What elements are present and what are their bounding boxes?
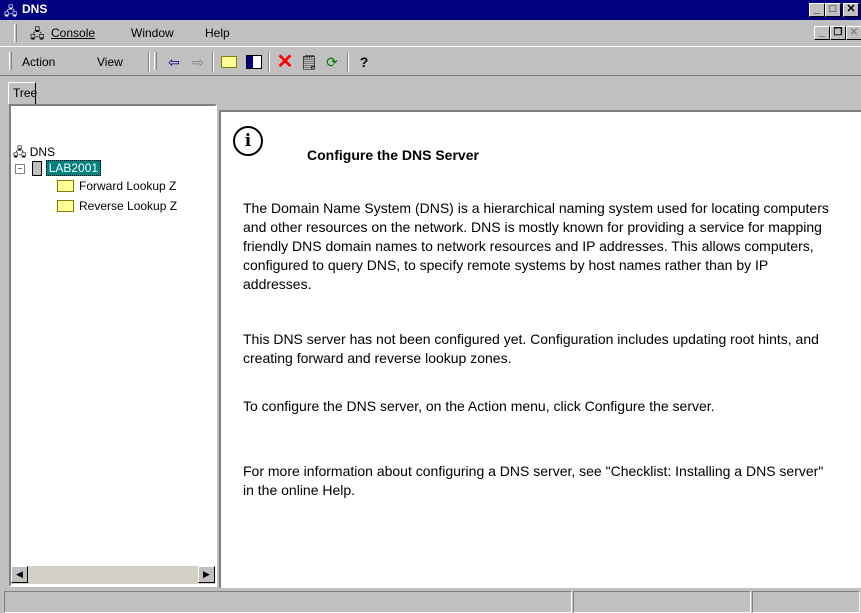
scroll-right-button[interactable]: ▶ bbox=[198, 566, 215, 583]
mdi-close-button[interactable]: ✕ bbox=[846, 26, 861, 40]
mdi-restore-button[interactable]: ❐ bbox=[830, 26, 846, 40]
dns-root-icon: 🖧 bbox=[13, 145, 27, 159]
tree-item-dns-root[interactable]: 🖧 DNS bbox=[13, 144, 55, 160]
status-cell-3 bbox=[752, 591, 860, 613]
menu-grip bbox=[14, 24, 17, 42]
maximize-button[interactable]: □ bbox=[825, 3, 841, 17]
tree-item-dns-label: DNS bbox=[29, 145, 56, 159]
console-icon: 🖧 bbox=[30, 26, 45, 41]
minimize-button[interactable]: _ bbox=[809, 3, 825, 17]
menu-window[interactable]: Window bbox=[131, 26, 174, 40]
status-paragraph: This DNS server has not been configured … bbox=[243, 331, 819, 366]
page-title: Configure the DNS Server bbox=[307, 147, 479, 163]
toolbar-grip-2 bbox=[154, 52, 157, 70]
view-menu[interactable]: View bbox=[97, 55, 123, 69]
up-folder-icon[interactable] bbox=[219, 52, 239, 72]
collapse-toggle-icon[interactable]: − bbox=[15, 163, 25, 174]
delete-icon[interactable]: ✕ bbox=[275, 52, 295, 72]
back-arrow-icon[interactable]: ⇦ bbox=[164, 52, 184, 72]
status-bar bbox=[0, 588, 861, 613]
tab-tree-label: Tree bbox=[13, 86, 38, 100]
forward-arrow-icon[interactable]: ⇨ bbox=[188, 52, 208, 72]
menu-console[interactable]: Console bbox=[51, 26, 95, 40]
toolbar-separator bbox=[347, 52, 349, 72]
tree-item-reverse-lookup-label: Reverse Lookup Z bbox=[79, 199, 178, 213]
menu-help[interactable]: Help bbox=[205, 26, 230, 40]
window-title: DNS bbox=[22, 2, 48, 16]
tree-item-forward-lookup-label: Forward Lookup Z bbox=[79, 179, 177, 193]
tree-item-lab2001-label: LAB2001 bbox=[45, 160, 102, 176]
folder-icon bbox=[57, 180, 74, 192]
menu-bar: 🖧 Console Window Help _ ❐ ✕ bbox=[0, 20, 861, 46]
title-bar[interactable]: 🖧 DNS _ □ ✕ bbox=[0, 0, 861, 20]
tree-item-lab2001[interactable]: − LAB2001 bbox=[15, 160, 102, 177]
tree-pane[interactable]: 🖧 DNS − LAB2001 Forward Lookup Z Reverse… bbox=[9, 104, 217, 587]
toolbar: Action View ⇦ ⇨ ✕ 🗒 ⟳ ? bbox=[0, 46, 861, 76]
tree-horizontal-scrollbar[interactable]: ◀ ▶ bbox=[11, 566, 215, 584]
server-icon bbox=[32, 161, 43, 177]
configure-instruction-paragraph: To configure the DNS server, on the Acti… bbox=[243, 398, 715, 414]
toolbar-separator bbox=[212, 52, 214, 72]
info-icon: i bbox=[233, 126, 263, 156]
toolbar-separator bbox=[268, 52, 270, 72]
help-icon[interactable]: ? bbox=[354, 52, 374, 72]
mdi-minimize-button[interactable]: _ bbox=[814, 26, 830, 40]
scroll-left-button[interactable]: ◀ bbox=[11, 566, 28, 583]
more-info-paragraph: For more information about configuring a… bbox=[243, 463, 824, 498]
properties-icon[interactable]: 🗒 bbox=[299, 52, 319, 72]
status-cell-main bbox=[4, 591, 572, 613]
status-cell-2 bbox=[573, 591, 751, 613]
refresh-icon[interactable]: ⟳ bbox=[322, 52, 342, 72]
tab-tree[interactable]: Tree bbox=[8, 82, 38, 104]
show-hide-tree-icon[interactable] bbox=[244, 52, 264, 72]
action-menu[interactable]: Action bbox=[22, 55, 55, 69]
toolbar-separator bbox=[148, 52, 150, 72]
toolbar-grip bbox=[9, 52, 12, 70]
description-paragraph: The Domain Name System (DNS) is a hierar… bbox=[243, 200, 829, 292]
details-pane: i Configure the DNS Server The Domain Na… bbox=[219, 110, 861, 588]
close-button[interactable]: ✕ bbox=[843, 3, 859, 17]
folder-icon bbox=[57, 200, 74, 212]
